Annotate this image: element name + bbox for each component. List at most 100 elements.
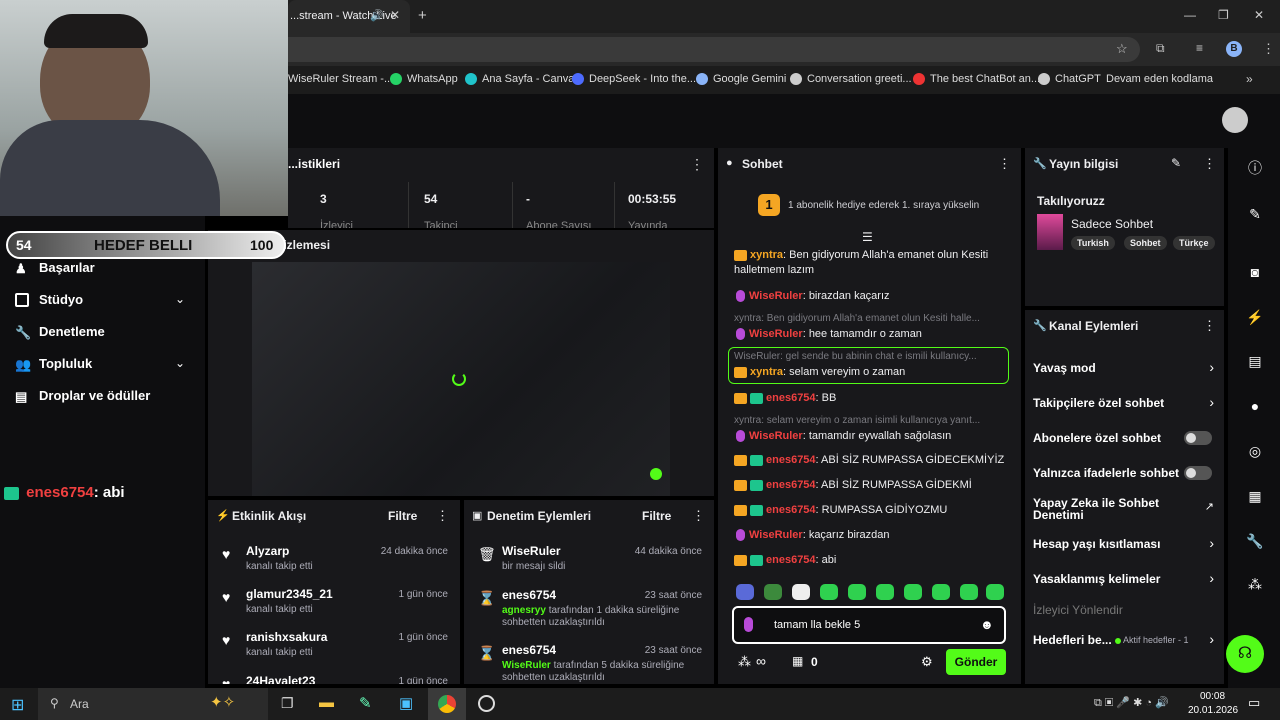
more-menu-icon[interactable]: ⋮ bbox=[692, 508, 705, 524]
action-slow-mode[interactable]: Yavaş mod bbox=[1033, 361, 1214, 375]
chat-username[interactable]: enes6754 bbox=[766, 392, 816, 404]
subs-only-toggle[interactable] bbox=[1184, 431, 1212, 445]
chat-message[interactable]: enes6754: ABİ SİZ RUMPASSA GİDECEKMİYİZ bbox=[734, 453, 1007, 468]
address-input[interactable] bbox=[288, 37, 1140, 62]
list-item[interactable]: 🗑 WiseRuler bir mesajı sildi 44 dakika ö… bbox=[464, 540, 714, 582]
emote-icon[interactable] bbox=[764, 584, 782, 600]
action-raid[interactable]: İzleyici Yönlendir bbox=[1033, 603, 1214, 617]
bookmark-chatgpt[interactable]: ChatGPT bbox=[1038, 73, 1101, 85]
chevron-right-icon[interactable]: › bbox=[1209, 359, 1214, 375]
tray-icons[interactable]: ⧉ ▣ 🎤 ✱ ◔ 🔊 bbox=[1094, 696, 1169, 710]
star-icon[interactable]: ☆ bbox=[1116, 41, 1128, 57]
active-tab[interactable]: ...stream - Watch Live 🔊 ✕ bbox=[288, 0, 410, 33]
chevron-right-icon[interactable]: › bbox=[1209, 570, 1214, 586]
action-banned-words[interactable]: Yasaklanmış kelimeler bbox=[1033, 572, 1214, 586]
edit-pencil-icon[interactable]: ✎ bbox=[1171, 156, 1181, 170]
maximize-icon[interactable]: ❐ bbox=[1218, 8, 1229, 22]
clock-date[interactable]: 20.01.2026 bbox=[1188, 705, 1238, 716]
gift-icon[interactable]: ▦ bbox=[792, 654, 803, 668]
chat-username[interactable]: enes6754 bbox=[766, 454, 816, 466]
app-icon[interactable]: ✎ bbox=[359, 694, 372, 712]
media-icon[interactable]: ≡ bbox=[1196, 41, 1203, 55]
chat-username[interactable]: enes6754 bbox=[766, 479, 816, 491]
chat-message[interactable]: xyntra: Ben gidiyorum Allah'a emanet olu… bbox=[734, 248, 1007, 278]
camera-icon[interactable]: ◙ bbox=[1241, 258, 1269, 286]
chat-bubble-icon[interactable]: ● bbox=[1241, 392, 1269, 420]
chat-message[interactable]: WiseRuler: kaçarız birazdan bbox=[734, 528, 1007, 543]
bookmark-wiseruler[interactable]: WiseRuler Stream -... bbox=[288, 73, 393, 85]
chat-username[interactable]: xyntra bbox=[750, 366, 783, 378]
close-tab-icon[interactable]: ✕ bbox=[390, 8, 400, 22]
chat-input-value[interactable]: tamam lla bekle 5 bbox=[774, 619, 860, 631]
file-explorer-icon[interactable]: ▬ bbox=[319, 694, 334, 711]
emote-icon[interactable] bbox=[986, 584, 1004, 600]
bookmark-conversation[interactable]: Conversation greeti... bbox=[790, 73, 912, 85]
emote-icon[interactable] bbox=[932, 584, 950, 600]
reply-context[interactable]: xyntra: Ben gidiyorum Allah'a emanet olu… bbox=[734, 313, 1003, 324]
chat-message[interactable]: enes6754: abi bbox=[734, 553, 1007, 568]
chat-message[interactable]: WiseRuler: birazdan kaçarız bbox=[734, 289, 1007, 304]
chat-username[interactable]: WiseRuler bbox=[749, 430, 803, 442]
extensions-icon[interactable]: ⧉ bbox=[1156, 41, 1165, 56]
user-avatar[interactable] bbox=[1222, 107, 1248, 133]
emote-icon[interactable] bbox=[736, 584, 754, 600]
chat-message[interactable]: enes6754: RUMPASSA GİDİYOZMU bbox=[734, 503, 1007, 518]
list-item[interactable]: ♥ 24Hayalet23 1 gün önce bbox=[208, 670, 460, 684]
minimize-icon[interactable]: — bbox=[1184, 8, 1196, 22]
list-item[interactable]: ♥ ranishxsakura kanalı takip etti 1 gün … bbox=[208, 626, 460, 668]
broadcast-icon[interactable]: ◎ bbox=[1241, 437, 1269, 465]
close-window-icon[interactable]: ✕ bbox=[1254, 8, 1264, 22]
chevron-right-icon[interactable]: › bbox=[1209, 535, 1214, 551]
external-link-icon[interactable]: ↗ bbox=[1205, 500, 1214, 513]
list-item[interactable]: ♥ glamur2345_21 kanalı takip etti 1 gün … bbox=[208, 583, 460, 625]
send-button[interactable]: Gönder bbox=[946, 649, 1006, 675]
emote-icon[interactable] bbox=[960, 584, 978, 600]
info-icon[interactable]: ⓘ bbox=[1241, 154, 1269, 182]
chat-username[interactable]: xyntra bbox=[750, 249, 783, 261]
more-menu-icon[interactable]: ⋮ bbox=[690, 156, 704, 173]
action-followers-only[interactable]: Takipçilere özel sohbet bbox=[1033, 396, 1214, 410]
reply-context[interactable]: xyntra: selam vereyim o zaman isimli kul… bbox=[734, 415, 1003, 426]
bookmark-deepseek[interactable]: DeepSeek - Into the... bbox=[572, 73, 696, 85]
chat-message[interactable]: xyntra: selam vereyim o zaman bbox=[734, 365, 1007, 380]
chat-username[interactable]: WiseRuler bbox=[749, 529, 803, 541]
new-tab-icon[interactable]: + bbox=[418, 7, 427, 24]
list-item[interactable]: ⌛ enes6754 WiseRuler tarafından 5 dakika… bbox=[464, 639, 714, 684]
more-menu-icon[interactable]: ⋮ bbox=[1262, 41, 1275, 57]
bookmark-whatsapp[interactable]: WhatsApp bbox=[390, 73, 458, 85]
chat-message[interactable]: WiseRuler: tamamdır eywallah sağolasın bbox=[734, 429, 1007, 444]
chat-input[interactable]: tamam lla bekle 5 ☻ bbox=[732, 606, 1006, 644]
headset-support-icon[interactable]: ☊ bbox=[1226, 635, 1264, 673]
chevron-down-icon[interactable]: ⌄ bbox=[175, 292, 185, 306]
more-menu-icon[interactable]: ⋮ bbox=[1203, 318, 1216, 334]
sidebar-item-moderation[interactable]: 🔧 Denetleme bbox=[15, 324, 105, 340]
action-account-age[interactable]: Hesap yaşı kısıtlaması bbox=[1033, 537, 1214, 551]
sidebar-item-studio[interactable]: Stüdyo bbox=[15, 292, 83, 307]
activity-filter-button[interactable]: Filtre bbox=[388, 509, 417, 523]
chat-username[interactable]: enes6754 bbox=[766, 554, 816, 566]
more-bookmarks-icon[interactable]: » bbox=[1246, 72, 1253, 86]
chevron-right-icon[interactable]: › bbox=[1209, 394, 1214, 410]
pinned-toggle-icon[interactable]: ☰ bbox=[862, 230, 873, 244]
list-item[interactable]: ⌛ enes6754 agnesryy tarafından 1 dakika … bbox=[464, 584, 714, 632]
windows-start-icon[interactable]: ⊞ bbox=[11, 695, 24, 715]
bolt-icon[interactable]: ⚡ bbox=[1241, 303, 1269, 331]
more-menu-icon[interactable]: ⋮ bbox=[436, 508, 449, 524]
emote-icon[interactable] bbox=[792, 584, 810, 600]
category-name[interactable]: Sadece Sohbet bbox=[1071, 217, 1153, 231]
bookmark-gemini[interactable]: Google Gemini bbox=[696, 73, 786, 85]
chat-message[interactable]: enes6754: BB bbox=[734, 391, 1007, 406]
settings-gear-icon[interactable]: ⚙ bbox=[921, 654, 933, 670]
sidebar-item-drops[interactable]: ▤ Droplar ve ödüller bbox=[15, 388, 150, 404]
notifications-icon[interactable]: ▭ bbox=[1248, 695, 1260, 711]
more-menu-icon[interactable]: ⋮ bbox=[1203, 156, 1216, 172]
bookmark-kodlama[interactable]: Devam eden kodlama bbox=[1106, 73, 1213, 85]
emote-icon[interactable] bbox=[904, 584, 922, 600]
chevron-right-icon[interactable]: › bbox=[1209, 631, 1214, 647]
clock-time[interactable]: 00:08 bbox=[1200, 691, 1225, 702]
stream-preview-video[interactable] bbox=[252, 262, 670, 496]
chat-username[interactable]: enes6754 bbox=[766, 504, 816, 516]
chat-message[interactable]: WiseRuler: hee tamamdır o zaman bbox=[734, 327, 1007, 342]
points-icon[interactable]: ⁂ bbox=[1241, 570, 1269, 598]
wrench-icon[interactable]: 🔧 bbox=[1241, 527, 1269, 555]
